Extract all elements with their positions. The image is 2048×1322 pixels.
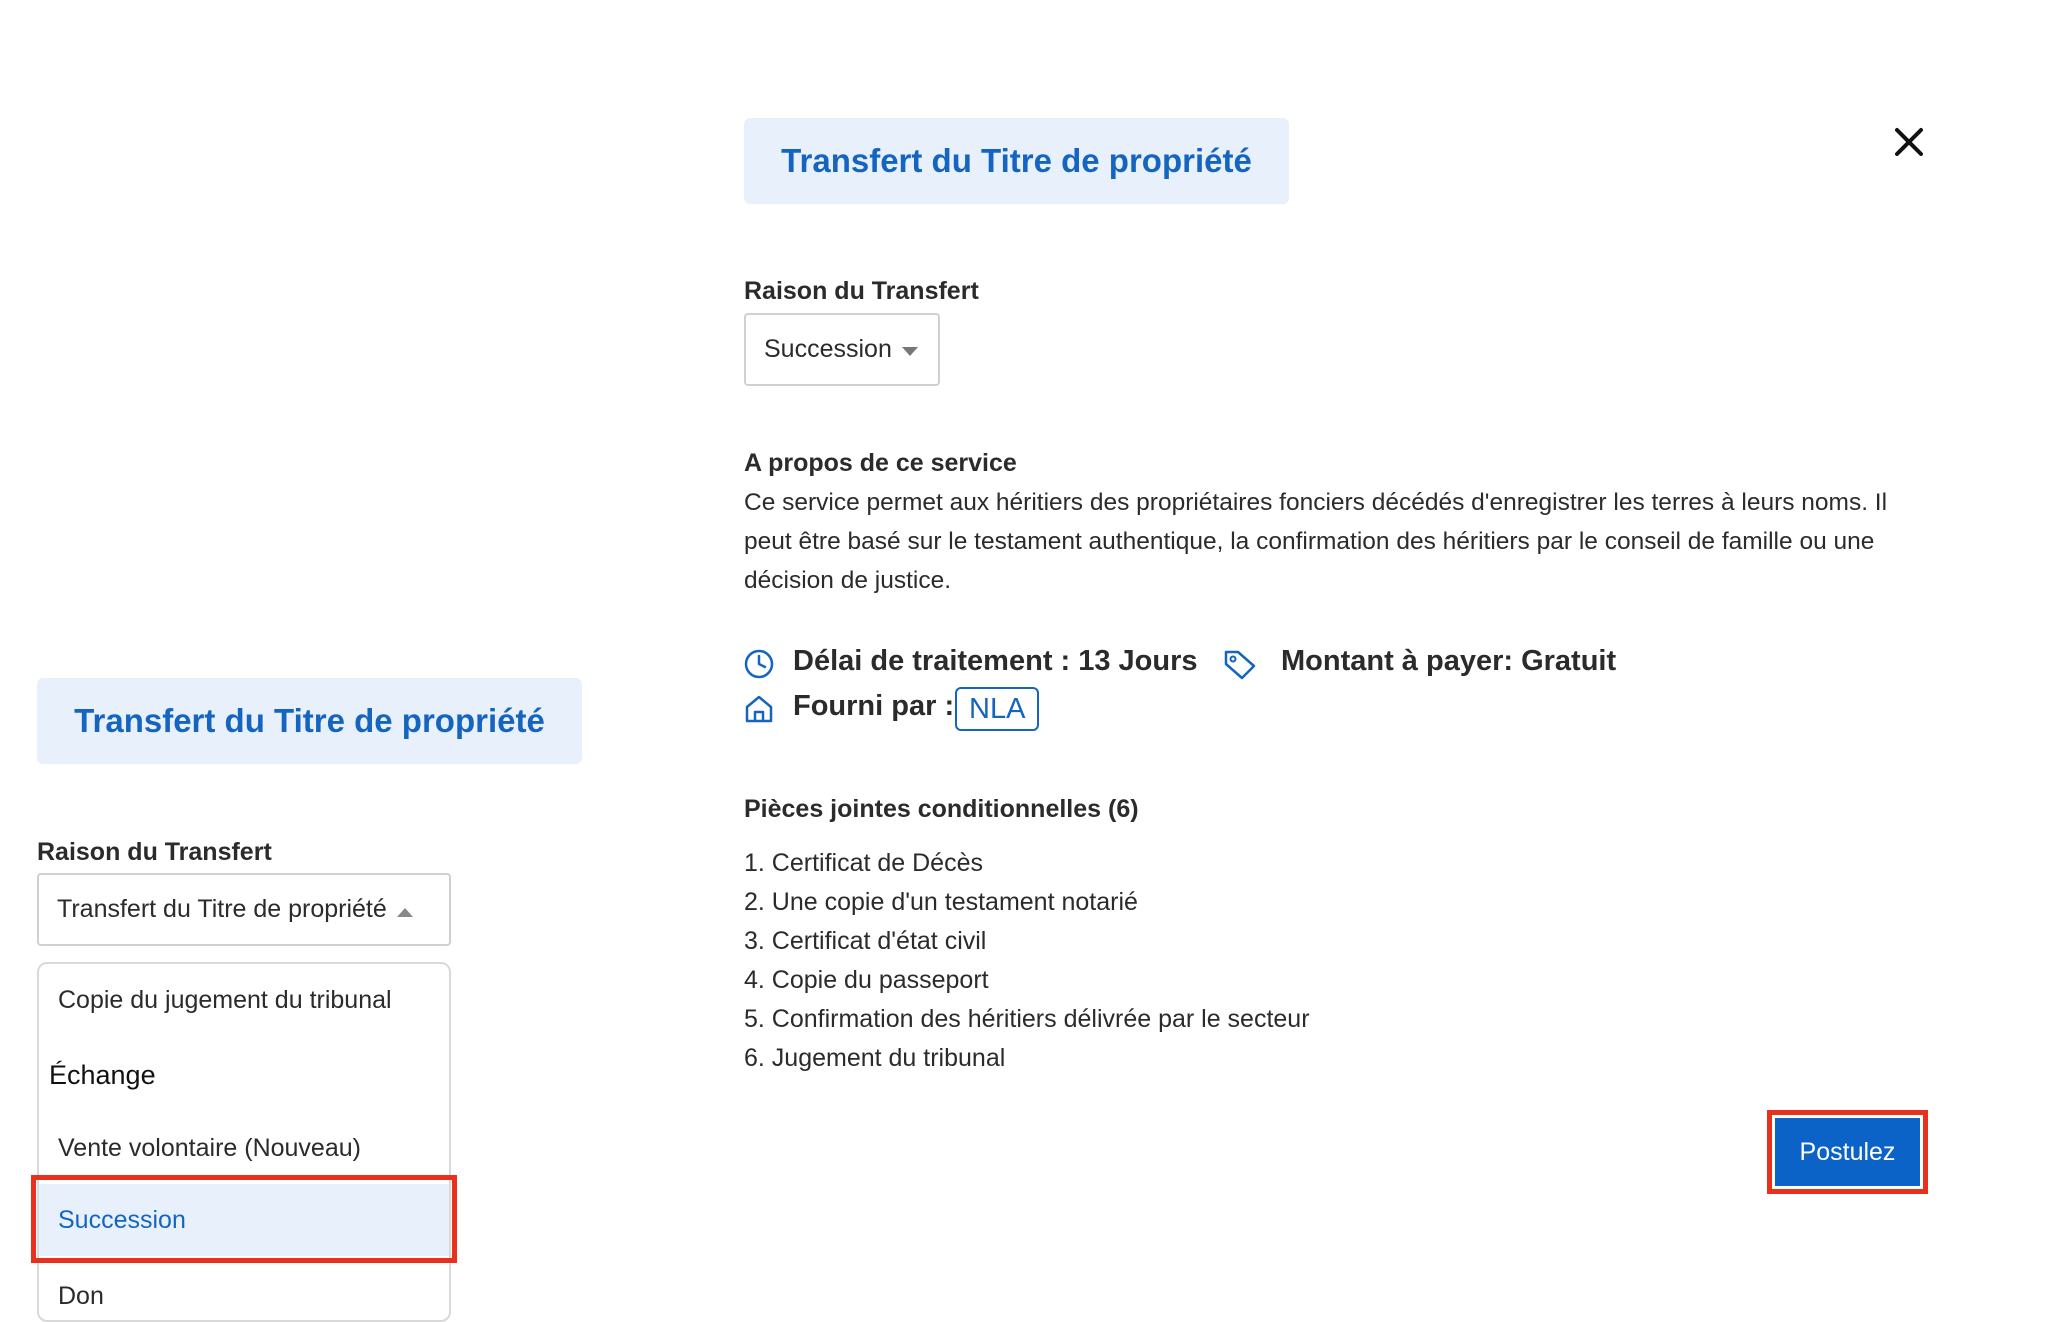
attachments-list: 1. Certificat de Décès 2. Une copie d'un… (744, 844, 1310, 1078)
processing-time: Délai de traitement : 13 Jours (793, 645, 1198, 677)
attachment-item: 2. Une copie d'un testament notarié (744, 888, 1138, 916)
dropdown-option-don[interactable]: Don (39, 1282, 449, 1311)
apply-button-label: Postulez (1799, 1137, 1896, 1166)
right-reason-select[interactable]: Succession (744, 313, 940, 386)
highlight-succession-option (31, 1175, 457, 1263)
about-description: Ce service permet aux héritiers des prop… (744, 489, 1888, 594)
chevron-down-icon (901, 347, 918, 356)
left-field-label: Raison du Transfert (37, 838, 272, 866)
attachment-item: 3. Certificat d'état civil (744, 927, 987, 955)
about-heading: A propos de ce service (744, 449, 1017, 477)
attachment-item: 6. Jugement du tribunal (744, 1044, 1006, 1072)
provided-by-label: Fourni par : (793, 690, 955, 722)
dropdown-option-echange[interactable]: Échange (39, 1060, 166, 1091)
right-field-label: Raison du Transfert (744, 277, 979, 305)
dropdown-option-copie-jugement[interactable]: Copie du jugement du tribunal (39, 986, 449, 1015)
chevron-up-icon (396, 908, 413, 917)
attachment-item: 1. Certificat de Décès (744, 849, 983, 877)
provider-badge: NLA (955, 687, 1040, 731)
close-button[interactable] (1891, 124, 1927, 160)
amount-to-pay: Montant à payer: Gratuit (1281, 645, 1617, 677)
left-service-title-text: Transfert du Titre de propriété (74, 702, 545, 739)
dropdown-option-vente-volontaire[interactable]: Vente volontaire (Nouveau) (39, 1134, 449, 1163)
left-reason-select-value: Transfert du Titre de propriété (57, 895, 387, 923)
home-icon (743, 693, 775, 725)
clock-icon (743, 648, 775, 680)
right-service-title: Transfert du Titre de propriété (744, 118, 1289, 204)
right-reason-select-value: Succession (764, 335, 892, 363)
right-service-title-text: Transfert du Titre de propriété (781, 142, 1252, 179)
reason-dropdown-list: Copie du jugement du tribunal Échange Ve… (37, 962, 451, 1322)
apply-button[interactable]: Postulez (1775, 1118, 1920, 1186)
left-reason-select[interactable]: Transfert du Titre de propriété (37, 873, 451, 946)
tag-icon (1223, 648, 1257, 680)
close-icon (1895, 128, 1923, 156)
attachments-title: Pièces jointes conditionnelles (6) (744, 795, 1139, 823)
attachment-item: 5. Confirmation des héritiers délivrée p… (744, 1005, 1310, 1033)
left-service-title: Transfert du Titre de propriété (37, 678, 582, 764)
attachment-item: 4. Copie du passeport (744, 966, 989, 994)
